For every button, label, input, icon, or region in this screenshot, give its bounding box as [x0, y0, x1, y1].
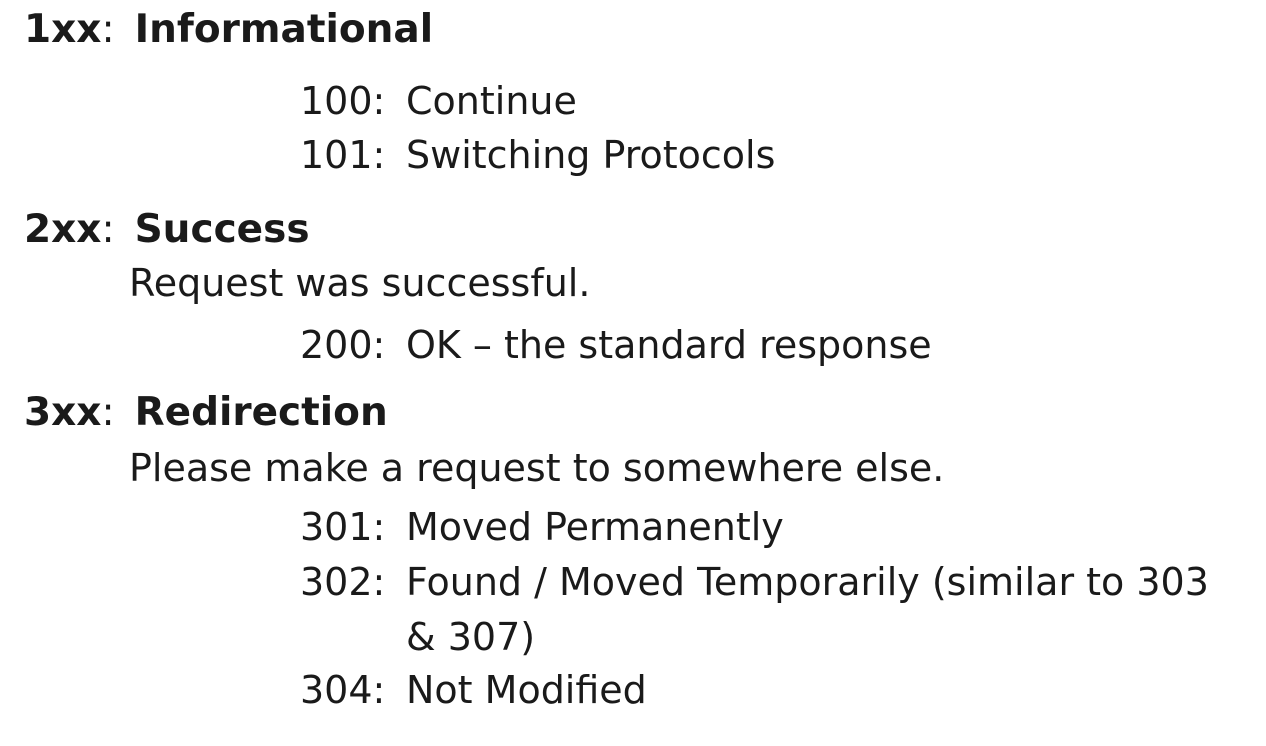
class-description: Please make a request to somewhere else. — [129, 446, 945, 490]
status-row: 101: Switching Protocols — [300, 128, 775, 183]
status-text: Continue — [406, 79, 577, 123]
status-row: 301: Moved Permanently — [300, 500, 784, 555]
status-text: Not Modified — [406, 668, 647, 712]
status-row: 302: Found / Moved Temporarily (similar t… — [300, 555, 1209, 659]
status-code: 304: — [300, 668, 386, 712]
status-text: Moved Permanently — [406, 505, 784, 549]
class-code-colon: : — [101, 390, 115, 435]
status-code: 100: — [300, 79, 386, 123]
status-row: 304: Not Modified — [300, 663, 647, 718]
status-code-document: 1xx: Informational 100: Continue 101: Switc… — [0, 0, 1266, 746]
class-title: Success — [134, 207, 310, 252]
class-description: Request was successful. — [129, 261, 591, 305]
class-code: 3xx — [24, 390, 102, 435]
status-code: 302: — [300, 560, 386, 604]
status-text: OK – the standard response — [406, 323, 932, 367]
status-row: 100: Continue — [300, 74, 577, 129]
class-heading-2xx: 2xx: Success — [24, 210, 310, 249]
class-code: 1xx — [24, 7, 102, 52]
status-text: Switching Protocols — [406, 133, 776, 177]
status-text: Found / Moved Temporarily (similar to 30… — [406, 560, 1209, 659]
class-code-colon: : — [101, 7, 115, 52]
status-row: 200: OK – the standard response — [300, 318, 932, 373]
class-heading-1xx: 1xx: Informational — [24, 10, 433, 49]
status-code: 301: — [300, 505, 386, 549]
class-title: Informational — [134, 7, 434, 52]
class-heading-3xx: 3xx: Redirection — [24, 393, 388, 432]
class-code: 2xx — [24, 207, 102, 252]
status-code: 200: — [300, 323, 386, 367]
class-title: Redirection — [134, 390, 388, 435]
status-code: 101: — [300, 133, 386, 177]
class-code-colon: : — [101, 207, 115, 252]
